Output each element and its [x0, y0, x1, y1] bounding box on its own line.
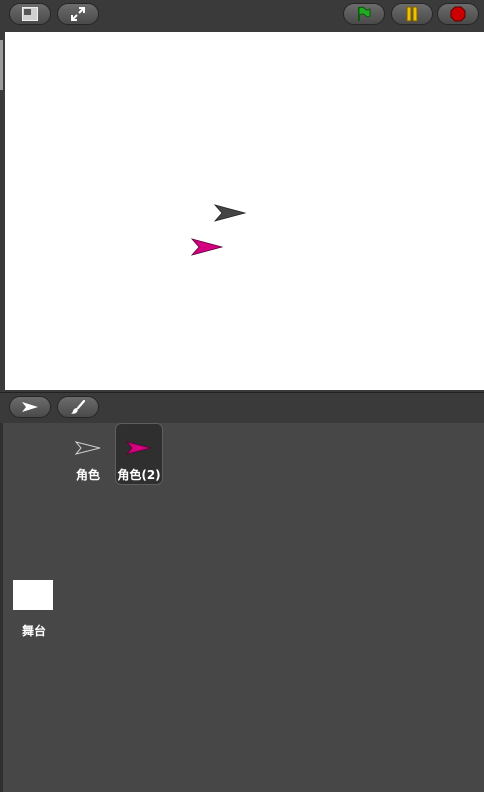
stage-thumbnail [13, 580, 53, 610]
stage-canvas[interactable] [5, 32, 484, 390]
sprite-item-1[interactable]: 角色 [64, 424, 112, 486]
green-flag-button[interactable] [343, 3, 385, 25]
sprite-label: 角色 [75, 468, 100, 482]
sprite-item-2[interactable]: 角色(2) [115, 423, 163, 485]
fullscreen-button[interactable] [57, 3, 99, 25]
magenta-sprite-arrow[interactable] [190, 238, 224, 260]
paint-new-sprite-button[interactable] [57, 396, 99, 418]
pause-button[interactable] [391, 3, 433, 25]
stage-area [0, 30, 484, 392]
stage-scrollbar-thumb[interactable] [0, 40, 3, 90]
paintbrush-icon [70, 399, 86, 415]
stage-toolbar [0, 0, 484, 31]
sprite-thumbnail [75, 438, 101, 458]
sprite-label: 角色(2) [117, 468, 161, 482]
sprite-tools-bar [0, 392, 484, 424]
stage-label: 舞台 [21, 624, 46, 638]
sprite-thumbnail [126, 438, 152, 458]
small-stage-button[interactable] [9, 3, 51, 25]
expand-arrows-icon [70, 6, 86, 22]
select-tool-button[interactable] [9, 396, 51, 418]
arrow-cursor-icon [21, 401, 39, 413]
gray-sprite-arrow[interactable] [213, 204, 247, 226]
green-flag-icon [356, 6, 372, 22]
stop-button[interactable] [437, 3, 479, 25]
small-stage-icon [22, 7, 38, 21]
stop-icon [450, 6, 466, 22]
pause-icon [405, 6, 419, 22]
stage-thumbnail-item[interactable]: 舞台 [13, 580, 55, 639]
